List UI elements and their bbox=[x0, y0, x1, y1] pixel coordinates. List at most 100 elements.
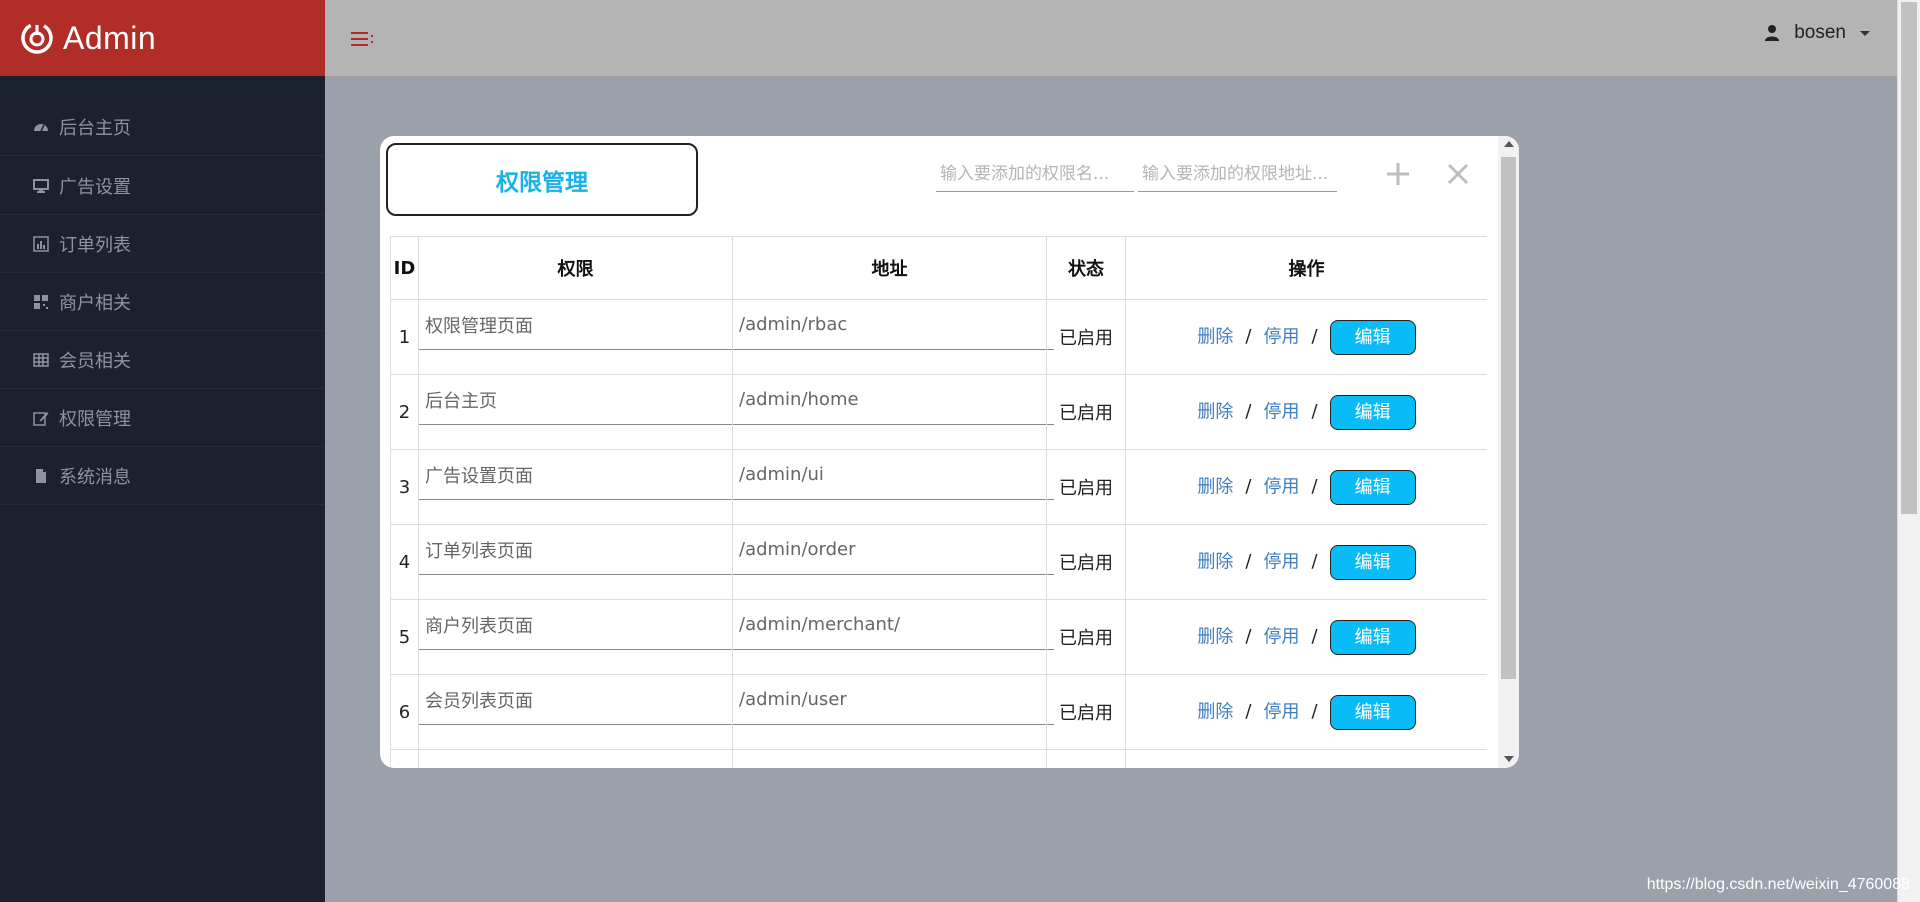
separator: / bbox=[1311, 701, 1318, 722]
table-icon bbox=[33, 352, 49, 368]
table-header-row: ID 权限 地址 状态 操作 bbox=[390, 236, 1487, 300]
table-row: 6 已启用 删除 / 停用 / 编辑 bbox=[390, 674, 1487, 750]
sidebar-item-label: 商户相关 bbox=[59, 292, 131, 314]
file-icon bbox=[33, 468, 49, 484]
separator: / bbox=[1311, 326, 1318, 347]
modal-scrollbar-thumb[interactable] bbox=[1501, 157, 1516, 679]
status-text: 已启用 bbox=[1046, 599, 1126, 675]
sidebar-item-label: 订单列表 bbox=[59, 234, 131, 256]
actions-cell: 删除 / 停用 / 编辑 bbox=[1125, 299, 1487, 375]
permission-name-input[interactable] bbox=[936, 156, 1134, 192]
top-bar: bosen bbox=[325, 0, 1900, 77]
permission-name-field[interactable] bbox=[419, 450, 740, 500]
dashboard-icon bbox=[33, 119, 49, 135]
sidebar-item-label: 广告设置 bbox=[59, 176, 131, 198]
actions-cell: 删除 / 停用 / 编辑 bbox=[1125, 524, 1487, 600]
permission-url-field[interactable] bbox=[733, 600, 1054, 650]
sidebar-item-permissions[interactable]: 权限管理 bbox=[0, 389, 325, 447]
separator: / bbox=[1245, 626, 1252, 647]
status-text bbox=[1046, 749, 1126, 768]
disable-link[interactable]: 停用 bbox=[1264, 401, 1300, 422]
permission-url-field[interactable] bbox=[733, 525, 1054, 575]
permission-table-container: ID 权限 地址 状态 操作 1 已启用 删除 / 停用 / 编辑 bbox=[390, 236, 1487, 768]
sidebar-item-members[interactable]: 会员相关 bbox=[0, 331, 325, 389]
table-row: 2 已启用 删除 / 停用 / 编辑 bbox=[390, 374, 1487, 450]
table-row: 4 已启用 删除 / 停用 / 编辑 bbox=[390, 524, 1487, 600]
permission-url-field[interactable] bbox=[733, 450, 1054, 500]
actions-cell: 删除 / 停用 / 编辑 bbox=[1125, 449, 1487, 525]
permission-url-field[interactable] bbox=[733, 675, 1054, 725]
sidebar-item-label: 权限管理 bbox=[59, 408, 131, 430]
separator: / bbox=[1245, 476, 1252, 497]
permission-name-field[interactable] bbox=[419, 525, 740, 575]
edit-button[interactable]: 编辑 bbox=[1329, 319, 1416, 355]
separator: / bbox=[1245, 701, 1252, 722]
delete-link[interactable]: 删除 bbox=[1197, 401, 1233, 422]
table-row: 5 已启用 删除 / 停用 / 编辑 bbox=[390, 599, 1487, 675]
edit-button[interactable]: 编辑 bbox=[1329, 469, 1416, 505]
permission-name-field[interactable] bbox=[419, 600, 740, 650]
row-id: 6 bbox=[390, 674, 419, 750]
status-text: 已启用 bbox=[1046, 524, 1126, 600]
page-scrollbar-thumb[interactable] bbox=[1901, 2, 1917, 514]
delete-link[interactable]: 删除 bbox=[1197, 626, 1233, 647]
edit-button[interactable]: 编辑 bbox=[1329, 544, 1416, 580]
edit-icon bbox=[33, 410, 49, 426]
brand-name: Admin bbox=[63, 19, 157, 56]
sidebar-item-ads[interactable]: 广告设置 bbox=[0, 157, 325, 215]
edit-button[interactable]: 编辑 bbox=[1329, 394, 1416, 430]
permission-url-field[interactable] bbox=[733, 300, 1054, 350]
permission-url-input[interactable] bbox=[1138, 156, 1337, 192]
sidebar-item-merchants[interactable]: 商户相关 bbox=[0, 273, 325, 331]
separator: / bbox=[1245, 401, 1252, 422]
edit-button[interactable]: 编辑 bbox=[1329, 619, 1416, 655]
watermark: https://blog.csdn.net/weixin_4760088 bbox=[1646, 876, 1910, 893]
permission-name-field[interactable] bbox=[419, 375, 740, 425]
column-header-url: 地址 bbox=[732, 236, 1047, 300]
actions-cell: 删除 / 停用 / 编辑 bbox=[1125, 374, 1487, 450]
separator: / bbox=[1311, 551, 1318, 572]
permission-name-field[interactable] bbox=[419, 750, 740, 768]
sidebar-item-label: 会员相关 bbox=[59, 350, 131, 372]
disable-link[interactable]: 停用 bbox=[1264, 476, 1300, 497]
column-header-actions: 操作 bbox=[1125, 236, 1487, 300]
separator: / bbox=[1311, 401, 1318, 422]
permission-url-field[interactable] bbox=[733, 750, 1054, 768]
page-scrollbar[interactable] bbox=[1897, 0, 1920, 902]
menu-toggle-icon[interactable] bbox=[351, 30, 375, 48]
scroll-down-icon[interactable] bbox=[1504, 756, 1514, 762]
table-row: 1 已启用 删除 / 停用 / 编辑 bbox=[390, 299, 1487, 375]
scroll-up-icon[interactable] bbox=[1504, 141, 1514, 147]
disable-link[interactable]: 停用 bbox=[1264, 551, 1300, 572]
add-icon[interactable] bbox=[1382, 158, 1414, 190]
sidebar-item-orders[interactable]: 订单列表 bbox=[0, 215, 325, 273]
close-icon[interactable] bbox=[1446, 162, 1470, 186]
disable-link[interactable]: 停用 bbox=[1264, 701, 1300, 722]
sidebar: Admin 后台主页 广告设置 订单列表 商户相关 会员相关 权限管理 系统消息 bbox=[0, 0, 325, 902]
user-menu[interactable]: bosen bbox=[1764, 22, 1870, 44]
edit-button[interactable]: 编辑 bbox=[1329, 694, 1416, 730]
brand[interactable]: Admin bbox=[0, 0, 325, 76]
table-row bbox=[390, 749, 1487, 768]
qrcode-icon bbox=[33, 294, 49, 310]
status-text: 已启用 bbox=[1046, 374, 1126, 450]
sidebar-item-home[interactable]: 后台主页 bbox=[0, 98, 325, 156]
disable-link[interactable]: 停用 bbox=[1264, 326, 1300, 347]
modal-scrollbar[interactable] bbox=[1498, 136, 1519, 768]
column-header-permission: 权限 bbox=[418, 236, 733, 300]
delete-link[interactable]: 删除 bbox=[1197, 326, 1233, 347]
disable-link[interactable]: 停用 bbox=[1264, 626, 1300, 647]
delete-link[interactable]: 删除 bbox=[1197, 551, 1233, 572]
delete-link[interactable]: 删除 bbox=[1197, 476, 1233, 497]
desktop-icon bbox=[33, 178, 49, 194]
permission-name-field[interactable] bbox=[419, 300, 740, 350]
row-id: 2 bbox=[390, 374, 419, 450]
permission-url-field[interactable] bbox=[733, 375, 1054, 425]
bar-chart-icon bbox=[33, 235, 49, 252]
sidebar-item-messages[interactable]: 系统消息 bbox=[0, 447, 325, 505]
permission-name-field[interactable] bbox=[419, 675, 740, 725]
actions-cell bbox=[1125, 749, 1487, 768]
actions-cell: 删除 / 停用 / 编辑 bbox=[1125, 599, 1487, 675]
delete-link[interactable]: 删除 bbox=[1197, 701, 1233, 722]
sidebar-item-label: 后台主页 bbox=[59, 117, 131, 139]
